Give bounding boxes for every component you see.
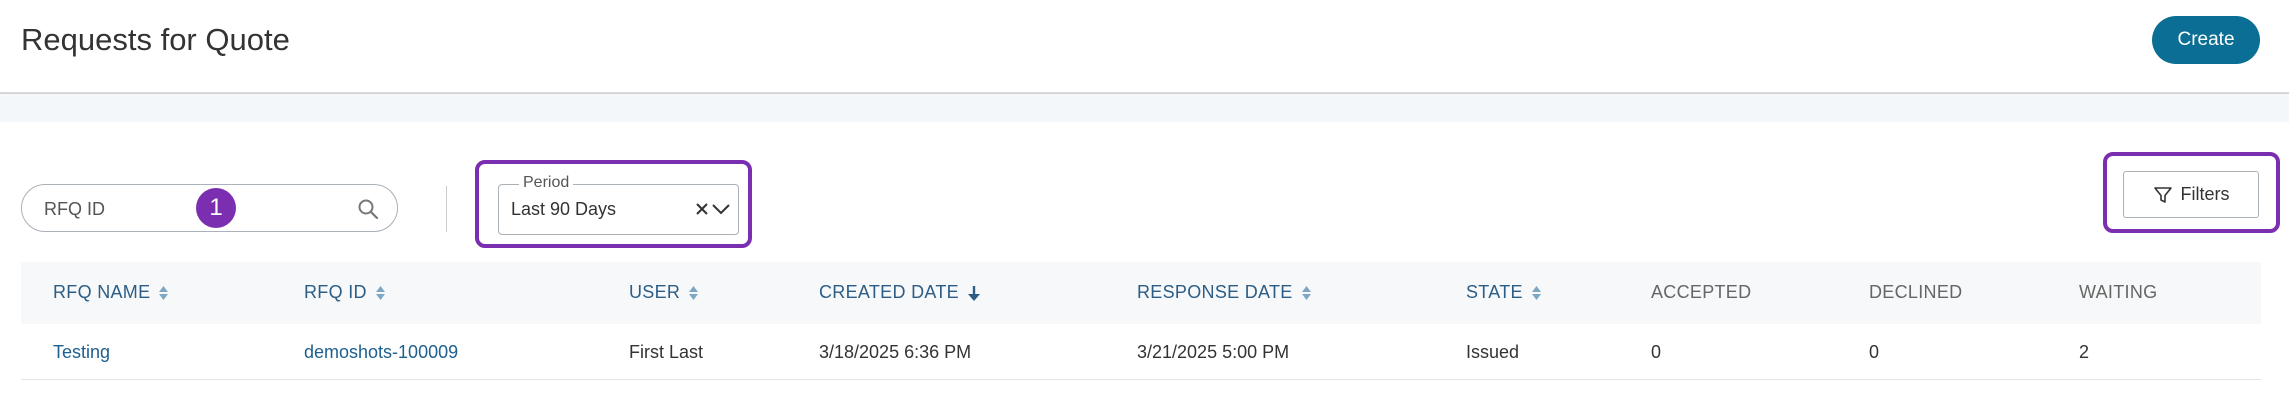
period-value: Last 90 Days	[511, 199, 617, 219]
column-header-accepted: ACCEPTED	[1651, 282, 1751, 303]
rfq-id-link[interactable]: demoshots-100009	[304, 342, 458, 363]
sort-icon	[1301, 285, 1311, 300]
column-header-state[interactable]: STATE	[1466, 282, 1542, 303]
column-label: ACCEPTED	[1651, 282, 1752, 302]
header-band	[0, 96, 2289, 122]
page-header: Requests for Quote Create	[0, 0, 2289, 94]
column-header-response-date[interactable]: RESPONSE DATE	[1137, 282, 1312, 303]
arrow-down-icon	[967, 285, 980, 301]
column-label: RFQ ID	[304, 282, 367, 302]
period-label: Period	[519, 174, 574, 192]
divider	[446, 186, 447, 232]
waiting-cell: 2	[2079, 342, 2090, 362]
table-row[interactable]: Testing demoshots-100009 First Last 3/18…	[21, 324, 2261, 380]
sort-icon	[1531, 285, 1541, 300]
chevron-down-icon[interactable]	[711, 201, 731, 217]
column-label: RFQ NAME	[53, 282, 151, 302]
column-header-rfq-name[interactable]: RFQ NAME	[53, 282, 169, 303]
user-cell: First Last	[629, 342, 704, 362]
filters-label: Filters	[2180, 184, 2230, 204]
column-label: STATE	[1466, 282, 1523, 302]
accepted-cell: 0	[1651, 342, 1662, 362]
column-header-rfq-id[interactable]: RFQ ID	[304, 282, 386, 303]
column-header-created-date[interactable]: CREATED DATE	[819, 282, 981, 303]
filters-button[interactable]: Filters	[2123, 171, 2259, 218]
state-cell: Issued	[1466, 342, 1520, 362]
step-badge: 1	[196, 188, 236, 228]
column-header-declined: DECLINED	[1869, 282, 1962, 303]
column-label: WAITING	[2079, 282, 2158, 302]
filter-icon	[2153, 186, 2172, 203]
column-label: RESPONSE DATE	[1137, 282, 1293, 302]
column-label: DECLINED	[1869, 282, 1963, 302]
column-label: CREATED DATE	[819, 282, 959, 302]
sort-icon	[375, 285, 385, 300]
column-header-user[interactable]: USER	[629, 282, 699, 303]
close-icon[interactable]	[693, 200, 711, 218]
column-header-waiting: WAITING	[2079, 282, 2157, 303]
declined-cell: 0	[1869, 342, 1880, 362]
search-input[interactable]	[44, 197, 204, 221]
table-header: RFQ NAME RFQ ID USER CREATED DATE RESPON…	[21, 262, 2261, 324]
period-select[interactable]: Period Last 90 Days	[498, 174, 739, 235]
create-button[interactable]: Create	[2152, 16, 2260, 64]
rfq-name-link[interactable]: Testing	[53, 342, 110, 363]
page-title: Requests for Quote	[21, 22, 290, 57]
sort-icon	[159, 285, 169, 300]
response-date-cell: 3/21/2025 5:00 PM	[1137, 342, 1290, 362]
created-date-cell: 3/18/2025 6:36 PM	[819, 342, 972, 362]
search-icon[interactable]	[357, 198, 379, 220]
column-label: USER	[629, 282, 681, 302]
sort-icon	[689, 285, 699, 300]
